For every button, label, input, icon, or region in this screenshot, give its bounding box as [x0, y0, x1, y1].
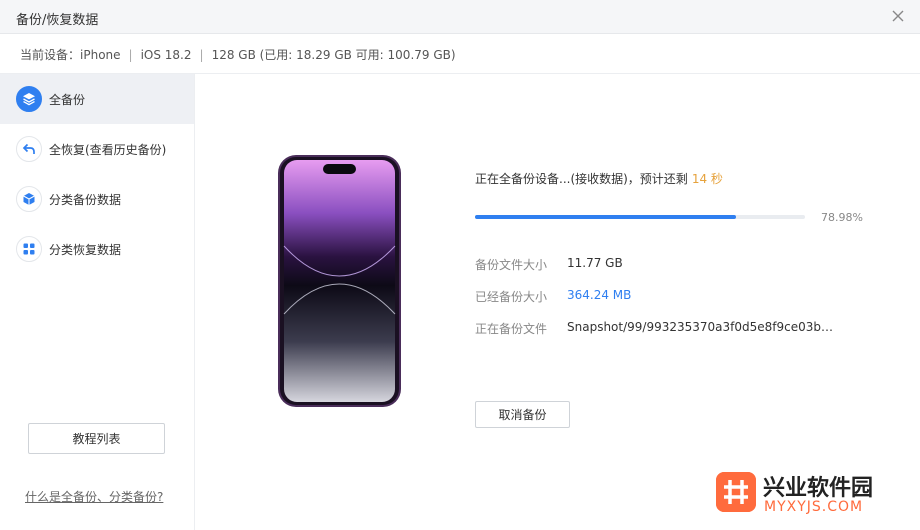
sidebar-item-label: 全恢复(查看历史备份): [49, 143, 167, 157]
backed-up-size-value: 364.24 MB: [567, 288, 632, 302]
current-file-value: Snapshot/99/993235370a3f0d5e8f9ce03bb35c…: [567, 320, 837, 334]
device-name: iPhone: [80, 48, 121, 62]
close-icon[interactable]: [888, 6, 908, 26]
remaining-time: 14 秒: [691, 172, 723, 186]
help-link[interactable]: 什么是全备份、分类备份?: [25, 488, 163, 505]
progress-percent: 78.98%: [821, 211, 863, 224]
sidebar-item-label: 全备份: [49, 93, 86, 107]
layers-icon: [16, 86, 42, 112]
device-info: 当前设备：iPhone | iOS 18.2 | 128 GB (已用: 18.29 G…: [20, 46, 456, 63]
sidebar-item-full-backup[interactable]: 全备份: [0, 74, 194, 124]
backup-size-label: 备份文件大小: [475, 258, 548, 272]
grid-icon: [16, 236, 42, 262]
device-label: 当前设备：: [20, 48, 81, 62]
storage-info: 128 GB (已用: 18.29 GB 可用: 100.79 GB): [211, 48, 456, 62]
undo-icon: [16, 136, 42, 162]
iphone-illustration: [278, 155, 401, 407]
watermark: 兴业软件园 MYXYJS.COM: [716, 470, 916, 520]
divider: |: [199, 48, 204, 62]
device-info-bar: 当前设备：iPhone | iOS 18.2 | 128 GB (已用: 18.29 G…: [0, 34, 920, 74]
cube-icon: [16, 186, 42, 212]
backup-status: 正在全备份设备...(接收数据)，预计还剩 14 秒: [475, 170, 723, 187]
sidebar-item-label: 分类备份数据: [49, 193, 122, 207]
backup-size-value: 11.77 GB: [567, 256, 623, 270]
cancel-backup-button[interactable]: 取消备份: [475, 401, 570, 428]
sidebar-item-category-restore[interactable]: 分类恢复数据: [0, 224, 194, 274]
sidebar: 全备份 全恢复(查看历史备份) 分类备份数据 分类恢复数据 教程列表 什么是全备…: [0, 74, 195, 530]
current-file-label: 正在备份文件: [475, 322, 548, 336]
sidebar-item-label: 分类恢复数据: [49, 243, 122, 257]
watermark-name: 兴业软件园: [763, 476, 874, 501]
progress-fill: [475, 215, 736, 219]
watermark-domain: MYXYJS.COM: [764, 499, 864, 515]
window-title: 备份/恢复数据: [16, 13, 99, 28]
sidebar-item-category-backup[interactable]: 分类备份数据: [0, 174, 194, 224]
status-text: 正在全备份设备...(接收数据)，预计还剩: [475, 172, 688, 186]
sidebar-item-full-restore[interactable]: 全恢复(查看历史备份): [0, 124, 194, 174]
divider: |: [128, 48, 133, 62]
backed-up-size-label: 已经备份大小: [475, 290, 548, 304]
watermark-logo-icon: [716, 472, 756, 512]
tutorial-list-button[interactable]: 教程列表: [28, 423, 165, 454]
title-bar: 备份/恢复数据: [0, 0, 920, 34]
ios-version: iOS 18.2: [140, 48, 192, 62]
backup-progress-bar: [475, 215, 805, 219]
